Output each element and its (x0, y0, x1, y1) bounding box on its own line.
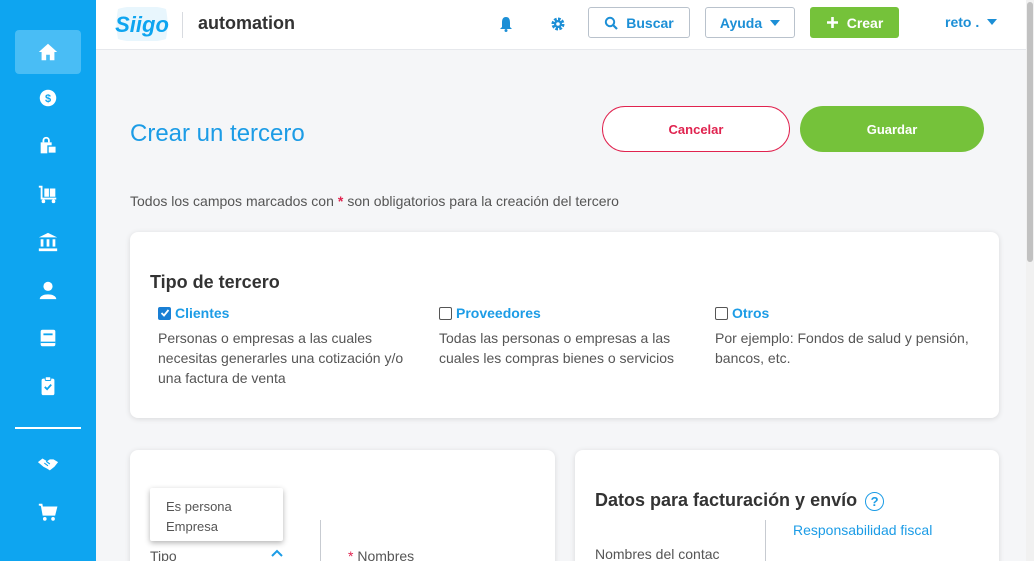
third-party-type-card: Tipo de tercero Clientes Personas o empr… (130, 232, 999, 418)
settings-button[interactable] (548, 14, 568, 34)
description-line: necesitas generarles una cotización y/o (158, 350, 404, 366)
book-icon (40, 329, 56, 347)
shopping-cart-icon (38, 503, 58, 521)
clientes-checkbox-row[interactable]: Clientes (158, 305, 403, 321)
shopping-bag-icon (40, 136, 57, 155)
otros-description: Por ejemplo: Fondos de salud y pensión, … (715, 328, 969, 368)
sidebar-item-accounting[interactable] (15, 316, 81, 360)
description-line: bancos, etc. (715, 350, 791, 366)
search-button[interactable]: Buscar (588, 7, 690, 38)
siigo-logo[interactable]: Siigo (114, 7, 170, 41)
handshake-icon (37, 458, 59, 471)
cart-dolly-icon (38, 185, 57, 204)
required-note-text-end: son obligatorios para la creación del te… (347, 193, 619, 209)
dropdown-option-persona[interactable]: Es persona (166, 497, 267, 517)
svg-text:$: $ (45, 93, 51, 105)
check-icon (160, 309, 169, 317)
fiscal-responsibility-link[interactable]: Responsabilidad fiscal (793, 522, 932, 538)
help-dropdown-label: Ayuda (719, 14, 763, 31)
dropdown-option-empresa[interactable]: Empresa (166, 517, 267, 537)
user-icon (39, 281, 57, 300)
sidebar-item-reports[interactable] (15, 364, 81, 408)
option-proveedores: Proveedores Todas las personas o empresa… (439, 305, 674, 368)
create-button[interactable]: Crear (810, 7, 899, 38)
clientes-checkbox[interactable] (158, 306, 171, 320)
description-line: Todas las personas o empresas a las (439, 330, 671, 346)
sidebar-item-sales[interactable] (15, 124, 81, 168)
chevron-up-icon[interactable] (271, 549, 283, 557)
description-line: cuales les compras bienes o servicios (439, 350, 674, 366)
company-name: automation (198, 13, 295, 33)
svg-text:Siigo: Siigo (115, 12, 169, 37)
billing-shipping-card: Datos para facturación y envío? Nombres … (575, 450, 999, 561)
sidebar-item-contacts[interactable] (15, 268, 81, 312)
clientes-label[interactable]: Clientes (175, 305, 229, 321)
description-line: Por ejemplo: Fondos de salud y pensión, (715, 330, 969, 346)
proveedores-label[interactable]: Proveedores (456, 305, 541, 321)
sidebar-item-store[interactable] (15, 490, 81, 534)
user-name: reto . (945, 14, 980, 30)
field-divider (765, 520, 766, 561)
sidebar-item-money[interactable]: $ (15, 76, 81, 120)
save-button[interactable]: Guardar (800, 106, 984, 152)
create-button-label: Crear (846, 14, 884, 31)
nombres-required-star: * (348, 548, 354, 561)
logo-separator (182, 12, 183, 38)
option-clientes: Clientes Personas o empresas a las cuale… (158, 305, 403, 388)
clientes-description: Personas o empresas a las cuales necesit… (158, 328, 403, 388)
proveedores-checkbox-row[interactable]: Proveedores (439, 305, 674, 321)
tipo-label: Tipo (150, 548, 177, 561)
billing-shipping-title-text: Datos para facturación y envío (595, 490, 858, 510)
caret-down-icon (987, 19, 998, 25)
otros-label[interactable]: Otros (732, 305, 769, 321)
gear-icon (551, 17, 565, 31)
otros-checkbox-row[interactable]: Otros (715, 305, 969, 321)
search-button-label: Buscar (626, 14, 674, 31)
user-menu[interactable]: reto . (945, 14, 998, 30)
required-star: * (337, 193, 344, 209)
required-fields-note: Todos los campos marcados con * son obliga… (130, 193, 619, 209)
proveedores-description: Todas las personas o empresas a las cual… (439, 328, 674, 368)
bank-icon (38, 232, 58, 252)
notifications-button[interactable] (496, 14, 516, 34)
sidebar-divider (15, 427, 81, 429)
third-party-type-title: Tipo de tercero (150, 272, 280, 292)
plus-icon (826, 17, 838, 28)
required-note-text-start: Todos los campos marcados con (130, 193, 334, 209)
description-line: Personas o empresas a las cuales (158, 330, 372, 346)
help-dropdown[interactable]: Ayuda (705, 7, 795, 38)
sidebar-item-partners[interactable] (15, 442, 81, 486)
proveedores-checkbox[interactable] (439, 306, 452, 320)
dollar-icon: $ (39, 89, 57, 107)
otros-checkbox[interactable] (715, 306, 728, 320)
nombres-label: Nombres (357, 548, 415, 561)
topbar: Siigo automation Buscar Ayuda Crear reto… (96, 0, 1026, 50)
contact-name-label: Nombres del contac (595, 546, 720, 561)
bell-icon (500, 17, 512, 32)
field-divider (320, 520, 321, 561)
sidebar-item-home[interactable] (15, 30, 81, 74)
nombres-field-label: * Nombres (348, 548, 414, 561)
sidebar: $ (0, 0, 96, 561)
description-line: una factura de venta (158, 370, 286, 386)
search-icon (605, 16, 619, 30)
page-title: Crear un tercero (130, 120, 305, 147)
scrollbar-thumb[interactable] (1027, 2, 1033, 262)
option-otros: Otros Por ejemplo: Fondos de salud y pen… (715, 305, 969, 368)
sidebar-item-inventory[interactable] (15, 172, 81, 216)
person-type-dropdown: Es persona Empresa (150, 488, 283, 541)
home-icon (38, 43, 58, 61)
caret-down-icon (770, 19, 781, 26)
billing-shipping-title: Datos para facturación y envío? (595, 490, 885, 511)
sidebar-item-banks[interactable] (15, 220, 81, 264)
page-scrollbar[interactable] (1026, 0, 1034, 561)
cancel-button[interactable]: Cancelar (602, 106, 790, 152)
clipboard-check-icon (41, 376, 55, 396)
help-circle-icon[interactable]: ? (865, 491, 885, 511)
